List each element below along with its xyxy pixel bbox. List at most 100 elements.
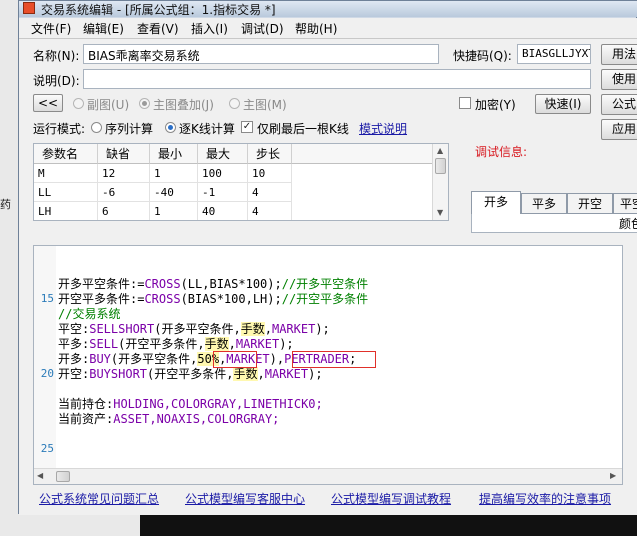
param-cell[interactable]: 40 (198, 202, 248, 220)
param-table-scrollbar[interactable]: ▲ ▼ (432, 144, 448, 220)
param-cell[interactable]: 10 (248, 164, 292, 183)
use-button[interactable]: 使用 (601, 69, 637, 90)
menu-view[interactable]: 查看(V) (137, 20, 179, 37)
apply-button[interactable]: 应用 (601, 119, 637, 140)
code-variable: 手数 (240, 322, 265, 336)
tab-close-long[interactable]: 平多 (521, 193, 567, 214)
scroll-thumb[interactable] (435, 158, 446, 174)
tab-open-long[interactable]: 开多 (471, 191, 521, 214)
scroll-up-icon[interactable]: ▲ (437, 146, 443, 155)
line-number: 20 (40, 367, 54, 380)
usage-button[interactable]: 用法 (601, 44, 637, 65)
refresh-last-checkbox[interactable]: ✓ (241, 121, 253, 133)
menu-debug[interactable]: 调试(D) (241, 20, 284, 37)
param-cell[interactable]: LL (34, 183, 98, 202)
code-function: ASSET,NOAXIS,COLORGRAY; (113, 412, 280, 426)
param-cell[interactable]: 12 (98, 164, 150, 183)
code-comment: //开多平空条件 (281, 277, 369, 291)
code-line: 平空:SELLSHORT(开多平空条件,手数,MARKET); (58, 322, 330, 337)
menu-help[interactable]: 帮助(H) (295, 20, 337, 37)
code-text: (LL,BIAS*100); (180, 277, 282, 291)
code-text: 开多: (58, 352, 90, 366)
menu-file[interactable]: 文件(F) (31, 20, 71, 37)
code-function: MARKET (264, 367, 309, 381)
debug-info-label: 调试信息: (475, 145, 528, 159)
collapse-button[interactable]: << (33, 94, 63, 112)
footer-link-service[interactable]: 公式模型编写客服中心 (185, 490, 305, 507)
param-cell[interactable]: 4 (248, 202, 292, 220)
formula-button[interactable]: 公式 (601, 94, 637, 115)
name-input[interactable]: BIAS乖离率交易系统 (83, 44, 439, 64)
table-row[interactable]: LL -6 -40 -1 4 (34, 183, 434, 202)
param-cell[interactable]: 6 (98, 202, 150, 220)
code-function: MARKET (235, 337, 280, 351)
code-line: 开空:BUYSHORT(开空平多条件,手数,MARKET); (58, 367, 323, 382)
line-number: 25 (40, 442, 54, 455)
radio-bar-calc[interactable] (165, 122, 176, 133)
scroll-left-icon[interactable]: ◀ (37, 471, 43, 480)
code-text: (开空平多条件, (147, 367, 234, 381)
code-text: ), (269, 352, 285, 366)
param-cell[interactable]: -6 (98, 183, 150, 202)
tab-open-short[interactable]: 开空 (567, 193, 613, 214)
refresh-last-label: 仅刷最后一根K线 (257, 122, 349, 136)
code-text: 开空: (58, 367, 90, 381)
radio-mainchart-label: 主图(M) (243, 98, 287, 112)
param-header-name: 参数名 (34, 144, 98, 164)
code-line: 开空平多条件:=CROSS(BIAS*100,LH);//开空平多条件 (58, 292, 368, 307)
code-text: (开多平空条件, (154, 322, 241, 336)
code-function: CROSS (144, 292, 181, 306)
shortcut-input[interactable]: BIASGLLJYXT (517, 44, 591, 64)
param-cell[interactable]: 4 (248, 183, 292, 202)
code-function: BUYSHORT (89, 367, 148, 381)
radio-main-overlay[interactable] (139, 98, 150, 109)
menu-insert[interactable]: 插入(I) (191, 20, 228, 37)
encrypt-checkbox[interactable] (459, 97, 471, 109)
scroll-thumb[interactable] (56, 471, 70, 482)
code-editor[interactable]: 15 20 25 开多平空条件:=CROSS(LL,BIAS*100);//开多… (33, 245, 623, 485)
code-function: MARKET (271, 322, 316, 336)
name-label: 名称(N): (33, 49, 80, 63)
code-function: BUY (89, 352, 111, 366)
table-row[interactable]: M 12 1 100 10 (34, 164, 434, 183)
table-row[interactable]: LH 6 1 40 4 (34, 202, 434, 220)
footer-link-efficiency[interactable]: 提高编写效率的注意事项 (479, 490, 611, 507)
radio-mainchart[interactable] (229, 98, 240, 109)
formula-editor-window: 交易系统编辑 - [所属公式组：1.指标交易 *] 文件(F) 编辑(E) 查看… (18, 0, 637, 515)
code-line: 开多平空条件:=CROSS(LL,BIAS*100);//开多平空条件 (58, 277, 368, 292)
radio-sequence-calc[interactable] (91, 122, 102, 133)
code-variable: 手数 (233, 367, 258, 381)
param-cell[interactable]: 1 (150, 202, 198, 220)
code-text: 平空: (58, 322, 90, 336)
editor-hscrollbar[interactable]: ◀ ▶ (34, 468, 622, 484)
param-cell[interactable]: 1 (150, 164, 198, 183)
param-header-min: 最小 (150, 144, 198, 164)
footer-link-faq[interactable]: 公式系统常见问题汇总 (39, 490, 159, 507)
run-mode-label: 运行模式: (33, 122, 86, 136)
param-cell[interactable]: LH (34, 202, 98, 220)
parameter-table: 参数名 缺省 最小 最大 步长 M 12 1 100 10 LL -6 -40 … (33, 143, 449, 221)
scroll-down-icon[interactable]: ▼ (437, 208, 443, 217)
radio-sequence-calc-label: 序列计算 (105, 122, 154, 136)
radio-bar-calc-label: 逐K线计算 (179, 122, 235, 136)
desc-label: 说明(D): (33, 74, 80, 88)
menu-edit[interactable]: 编辑(E) (83, 20, 124, 37)
tab-close-short[interactable]: 平空 (613, 193, 637, 214)
code-text: 当前持仓: (58, 397, 114, 411)
param-cell[interactable]: -40 (150, 183, 198, 202)
code-function: SELL (89, 337, 119, 351)
code-text: ); (315, 322, 330, 336)
title-bar[interactable]: 交易系统编辑 - [所属公式组：1.指标交易 *] (19, 1, 637, 17)
param-cell[interactable]: M (34, 164, 98, 183)
radio-subchart[interactable] (73, 98, 84, 109)
code-function: CROSS (144, 277, 181, 291)
fast-button[interactable]: 快速(I) (535, 94, 591, 114)
code-text: 开空平多条件:= (58, 292, 145, 306)
scroll-right-icon[interactable]: ▶ (610, 471, 616, 480)
param-cell[interactable]: -1 (198, 183, 248, 202)
debug-column-header: 颜色 (619, 217, 637, 231)
param-cell[interactable]: 100 (198, 164, 248, 183)
mode-help-link[interactable]: 模式说明 (359, 120, 407, 137)
footer-link-tutorial[interactable]: 公式模型编写调试教程 (331, 490, 451, 507)
desc-input[interactable] (83, 69, 591, 89)
